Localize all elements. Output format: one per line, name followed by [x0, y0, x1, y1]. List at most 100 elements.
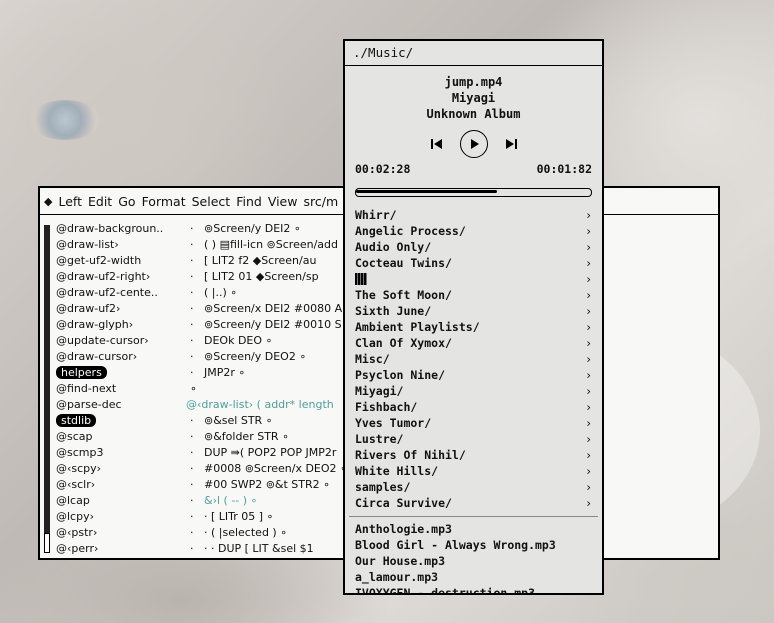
folder-name: Yves Tumor/ — [355, 416, 432, 430]
menu-find[interactable]: Find — [236, 194, 262, 209]
folder-name: Angelic Process/ — [355, 224, 466, 238]
file-item[interactable]: a_lamour.mp3 — [345, 569, 602, 585]
folder-item[interactable]: The Soft Moon/ › — [345, 287, 602, 303]
file-item[interactable]: Our House.mp3 — [345, 553, 602, 569]
symbol-label-text: stdlib — [56, 414, 97, 427]
symbol-label[interactable]: @draw-glyph› — [56, 317, 176, 333]
symbol-label-text: @draw-glyph› — [56, 318, 134, 331]
code-text: · ( |selected ) ∘ — [204, 526, 288, 539]
folder-item[interactable]: Ambient Playlists/ › — [345, 319, 602, 335]
symbol-label[interactable]: @find-next — [56, 381, 176, 397]
symbol-label[interactable]: @update-cursor› — [56, 333, 176, 349]
symbol-label-text: @scap — [56, 430, 93, 443]
folder-item[interactable]: Rivers Of Nihil/ › — [345, 447, 602, 463]
folder-item[interactable]: Miyagi/ › — [345, 383, 602, 399]
symbol-label-text: @draw-list› — [56, 238, 119, 251]
folder-item[interactable]: Lustre/ › — [345, 431, 602, 447]
code-text: ⊚Screen/y DEI2 ∘ — [204, 222, 301, 235]
progress-bar[interactable] — [355, 188, 592, 197]
menu-go[interactable]: Go — [118, 194, 135, 209]
folder-name: Audio Only/ — [355, 240, 432, 254]
folder-item[interactable]: Audio Only/ › — [345, 239, 602, 255]
symbol-label[interactable]: @parse-dec — [56, 397, 176, 413]
chevron-right-icon: › — [585, 240, 592, 254]
symbol-label[interactable]: @draw-uf2-cente.. — [56, 285, 176, 301]
folder-item[interactable]: White Hills/ › — [345, 463, 602, 479]
symbol-label[interactable]: @‹scpy› — [56, 461, 176, 477]
chevron-right-icon: › — [585, 288, 592, 302]
menu-view[interactable]: View — [268, 194, 298, 209]
code-text: @‹draw-list› ( addr* length — [186, 398, 334, 411]
line-marker: · — [190, 318, 194, 331]
folder-item[interactable]: Misc/ › — [345, 351, 602, 367]
folder-name: Ambient Playlists/ — [355, 320, 480, 334]
symbol-label-text: @draw-backgroun.. — [56, 222, 164, 235]
folder-item[interactable]: Fishbach/ › — [345, 399, 602, 415]
menu-edit[interactable]: Edit — [88, 194, 112, 209]
symbol-label[interactable]: @lcpy› — [56, 509, 176, 525]
menu-select[interactable]: Select — [192, 194, 231, 209]
symbol-label[interactable]: @draw-uf2› — [56, 301, 176, 317]
play-icon — [470, 139, 479, 149]
line-marker: · — [190, 286, 194, 299]
file-name: IVOXYGEN - destruction.mp3 — [355, 586, 536, 595]
remaining-time: 00:01:82 — [536, 162, 592, 176]
symbol-label[interactable]: @‹sclr› — [56, 477, 176, 493]
symbol-label[interactable]: @draw-cursor› — [56, 349, 176, 365]
line-marker: · — [190, 494, 194, 507]
play-button[interactable] — [459, 130, 488, 158]
folder-item[interactable]: samples/ › — [345, 479, 602, 495]
file-item[interactable]: Blood Girl - Always Wrong.mp3 — [345, 537, 602, 553]
menu-left[interactable]: Left — [58, 194, 82, 209]
folder-name: Cocteau Twins/ — [355, 256, 452, 270]
file-item[interactable]: Anthologie.mp3 — [345, 521, 602, 537]
symbol-label[interactable]: stdlib — [56, 413, 176, 429]
symbol-label[interactable]: @get-uf2-width — [56, 253, 176, 269]
symbol-label-text: @draw-uf2-cente.. — [56, 286, 158, 299]
next-track-icon[interactable] — [500, 133, 522, 155]
folder-item[interactable]: Yves Tumor/ › — [345, 415, 602, 431]
previous-track-icon[interactable] — [426, 133, 448, 155]
symbol-label[interactable]: @scmp3 — [56, 445, 176, 461]
symbol-label[interactable]: @scap — [56, 429, 176, 445]
menu-file-path[interactable]: src/m — [303, 194, 338, 209]
folder-item[interactable]: Angelic Process/ › — [345, 223, 602, 239]
folder-item[interactable]: Sixth June/ › — [345, 303, 602, 319]
now-playing: jump.mp4 Miyagi Unknown Album — [345, 74, 602, 122]
code-text: &›l ( -- ) ∘ — [204, 494, 258, 507]
symbol-label[interactable]: @draw-list› — [56, 237, 176, 253]
line-marker: · — [190, 430, 194, 443]
chevron-right-icon: › — [585, 256, 592, 270]
symbol-label[interactable]: @draw-backgroun.. — [56, 221, 176, 237]
code-text: ⊚Screen/x DEI2 #0080 A — [204, 302, 343, 315]
menu-format[interactable]: Format — [142, 194, 186, 209]
menu-diamond-icon[interactable]: ◆ — [44, 195, 52, 208]
folder-name: White Hills/ — [355, 464, 439, 478]
line-marker: · — [190, 414, 194, 427]
symbol-label-text: @draw-uf2› — [56, 302, 121, 315]
chevron-right-icon: › — [585, 224, 592, 238]
time-readout: 00:02:28 00:01:82 — [345, 162, 602, 176]
line-marker: · — [190, 542, 194, 555]
line-marker: · — [190, 526, 194, 539]
line-marker: · — [190, 350, 194, 363]
file-name: a_lamour.mp3 — [355, 570, 439, 584]
folder-item[interactable]: Psyclon Nine/ › — [345, 367, 602, 383]
folder-item[interactable]: Whirr/ › — [345, 207, 602, 223]
symbol-label[interactable]: helpers — [56, 365, 176, 381]
code-text: ⊚&folder STR ∘ — [204, 430, 289, 443]
folder-item[interactable]: Cocteau Twins/ › — [345, 255, 602, 271]
symbol-label[interactable]: @draw-uf2-right› — [56, 269, 176, 285]
folder-name: Lustre/ — [355, 432, 404, 446]
folder-item[interactable]: Circa Survive/ › — [345, 495, 602, 511]
folder-item[interactable]: Clan Of Xymox/ › — [345, 335, 602, 351]
symbol-label[interactable]: @lcap — [56, 493, 176, 509]
folder-name — [355, 271, 367, 287]
editor-scrollbar[interactable] — [44, 225, 50, 553]
symbol-label[interactable]: @‹perr› — [56, 541, 176, 557]
symbol-label[interactable]: @‹pstr› — [56, 525, 176, 541]
symbol-label-text: @scmp3 — [56, 446, 104, 459]
editor-scroll-thumb[interactable] — [44, 533, 50, 553]
file-item[interactable]: IVOXYGEN - destruction.mp3 — [345, 585, 602, 595]
folder-item[interactable]: › — [345, 271, 602, 287]
